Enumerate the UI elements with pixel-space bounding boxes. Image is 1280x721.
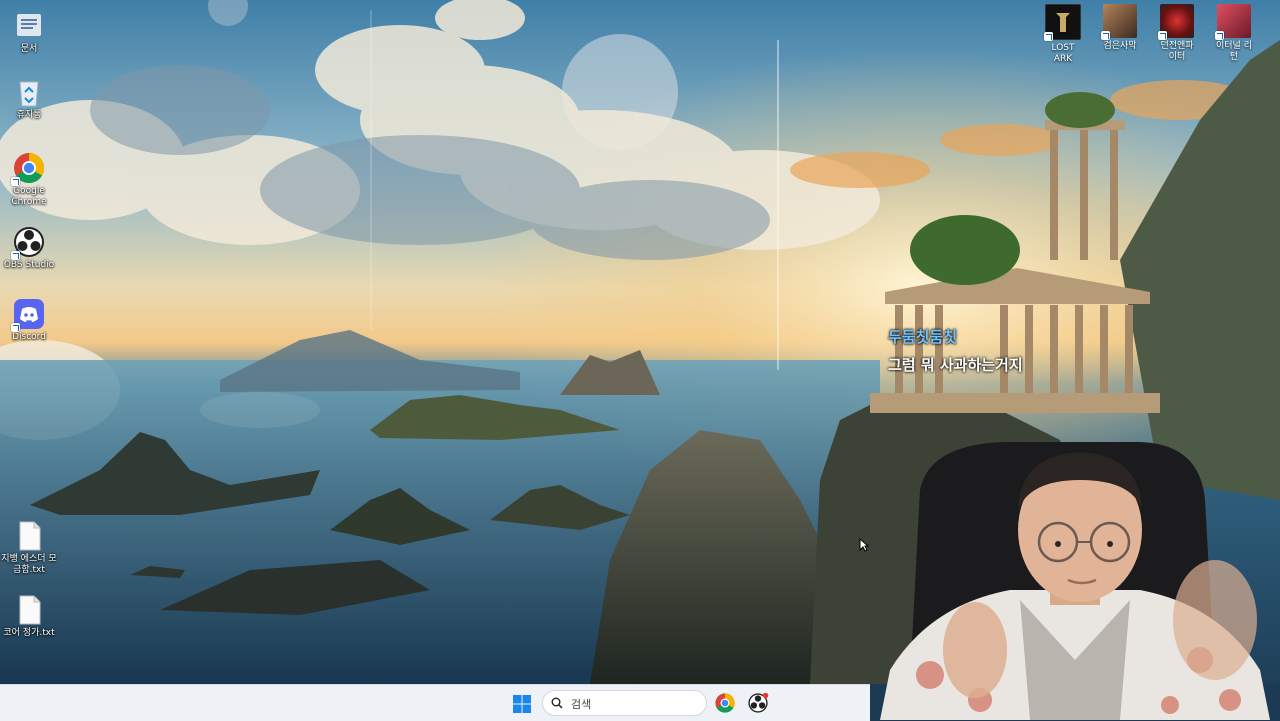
obs-icon (11, 226, 45, 260)
search-icon (551, 697, 563, 709)
desktop-icon-label: 문서 (20, 44, 38, 54)
shortcut-arrow-icon (1158, 31, 1167, 40)
documents-folder-icon (13, 10, 45, 42)
recycle-bin-icon (13, 76, 45, 108)
chrome-icon (11, 152, 45, 186)
taskbar-search[interactable] (542, 690, 707, 716)
desktop-icon-label: OBS Studio (3, 260, 55, 270)
start-button[interactable] (512, 694, 532, 714)
chat-overlay: 두둠칫둠칫 그럼 뭐 사과하는거지 (888, 326, 1023, 375)
desktop-icon-label: 휴지통 (16, 110, 42, 120)
chat-username: 두둠칫둠칫 (888, 328, 958, 346)
discord-icon (11, 298, 45, 332)
shortcut-arrow-icon (1101, 31, 1110, 40)
webcam-overlay (870, 430, 1280, 720)
taskbar-app-obs[interactable] (747, 692, 769, 714)
desktop-icon-label: 지뱅 에스더 모금함.txt (1, 554, 57, 575)
black-desert-icon (1101, 4, 1137, 40)
lost-ark-icon (1044, 4, 1081, 41)
windows-logo-icon (513, 695, 531, 713)
desktop-icon-black-desert[interactable]: 검은사막 (1100, 4, 1140, 52)
chrome-icon (715, 693, 735, 713)
text-file-icon (13, 594, 45, 626)
desktop-icon-label: 이터널 리턴 (1216, 41, 1252, 62)
desktop-icon-obs[interactable]: OBS Studio (0, 226, 58, 271)
desktop-icon-label: 던전앤파이터 (1160, 41, 1194, 62)
desktop-icon-label: 코어 정가.txt (3, 628, 55, 638)
desktop-icon-label: Discord (12, 332, 46, 342)
shortcut-arrow-icon (11, 323, 20, 332)
chat-message: 그럼 뭐 사과하는거지 (888, 356, 1023, 374)
dungeon-fighter-icon (1158, 4, 1194, 40)
desktop-icon-recycle-bin[interactable]: 휴지통 (0, 76, 58, 121)
taskbar (0, 684, 870, 721)
text-file-icon (13, 520, 45, 552)
mouse-cursor-icon (859, 537, 870, 556)
shortcut-arrow-icon (11, 251, 20, 260)
shortcut-arrow-icon (11, 177, 20, 186)
eternal-return-icon (1215, 4, 1251, 40)
desktop-icon-label: 검은사막 (1103, 41, 1137, 51)
shortcut-arrow-icon (1044, 32, 1053, 41)
taskbar-app-chrome[interactable] (714, 692, 736, 714)
desktop-icon-discord[interactable]: Discord (0, 298, 58, 343)
desktop-icon-eternal-return[interactable]: 이터널 리턴 (1214, 4, 1254, 63)
desktop-icon-label: Google Chrome (11, 186, 47, 207)
desktop-icon-label: LOST ARK (1051, 43, 1075, 64)
search-input[interactable] (569, 694, 703, 714)
desktop-icon-documents[interactable]: 문서 (0, 10, 58, 55)
desktop-icon-text-file[interactable]: 지뱅 에스더 모금함.txt (0, 520, 58, 576)
desktop-icon-chrome[interactable]: Google Chrome (0, 152, 58, 208)
desktop-icon-text-file[interactable]: 코어 정가.txt (0, 594, 58, 639)
obs-icon (748, 692, 769, 713)
shortcut-arrow-icon (1215, 31, 1224, 40)
desktop-icon-dungeon-fighter[interactable]: 던전앤파이터 (1157, 4, 1197, 63)
desktop-icon-lost-ark[interactable]: LOST ARK (1043, 4, 1083, 65)
